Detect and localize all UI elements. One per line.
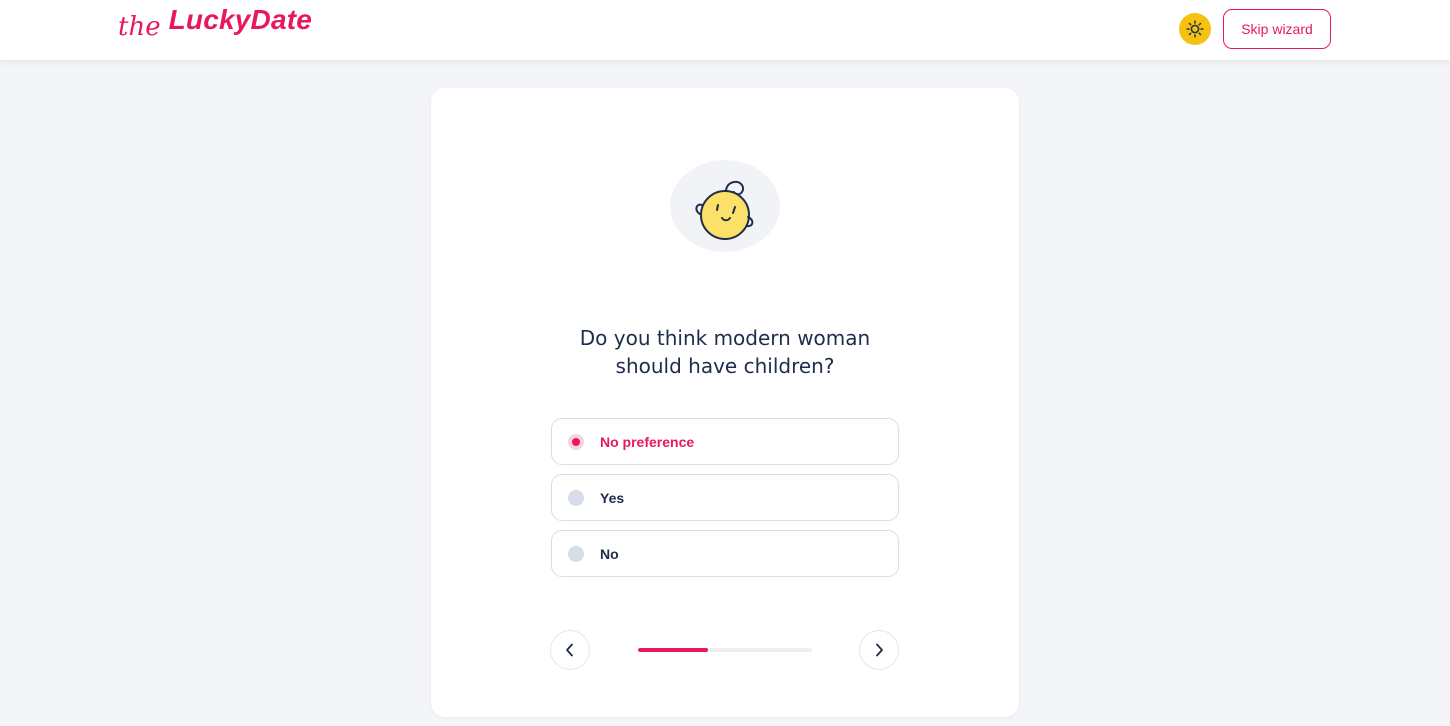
radio-yes[interactable] bbox=[568, 489, 584, 506]
option-label-no-preference: No preference bbox=[600, 433, 695, 450]
progress-bar bbox=[638, 648, 812, 652]
option-label-no: No bbox=[600, 545, 619, 562]
skip-wizard-button[interactable]: Skip wizard bbox=[1223, 9, 1331, 49]
option-label-yes: Yes bbox=[600, 489, 625, 506]
progress-fill bbox=[638, 648, 708, 652]
wizard-card: Do you think modern woman should have ch… bbox=[431, 88, 1019, 717]
option-yes[interactable]: Yes bbox=[551, 474, 899, 521]
radio-no-preference[interactable] bbox=[568, 433, 584, 450]
chevron-left-icon bbox=[566, 643, 573, 657]
baby-face-icon bbox=[670, 160, 780, 252]
question-text: Do you think modern woman should have ch… bbox=[525, 324, 925, 380]
chevron-right-icon bbox=[876, 643, 883, 657]
theme-toggle-button[interactable] bbox=[1179, 13, 1211, 45]
logo-prefix: the bbox=[118, 12, 161, 42]
question-line-2: should have children? bbox=[615, 354, 835, 378]
question-line-1: Do you think modern woman bbox=[579, 326, 871, 350]
brand-logo[interactable]: the LuckyDate bbox=[118, 4, 312, 52]
sun-icon bbox=[1186, 20, 1204, 38]
previous-button[interactable] bbox=[550, 630, 590, 670]
radio-no[interactable] bbox=[568, 545, 584, 562]
top-header: the LuckyDate Skip wizard bbox=[0, 0, 1450, 60]
option-no[interactable]: No bbox=[551, 530, 899, 577]
option-no-preference[interactable]: No preference bbox=[551, 418, 899, 465]
next-button[interactable] bbox=[859, 630, 899, 670]
logo-name: LuckyDate bbox=[168, 4, 313, 35]
